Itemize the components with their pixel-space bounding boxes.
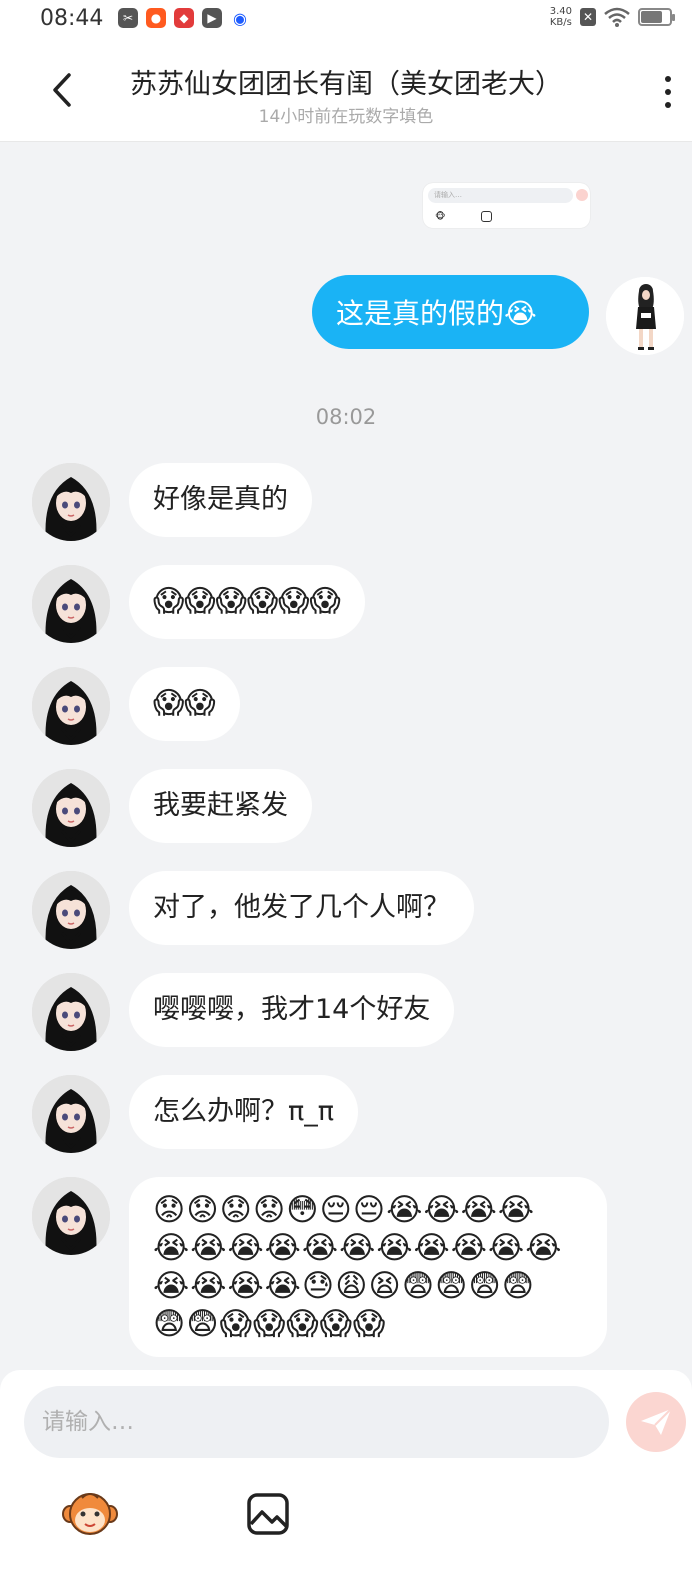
chat-area[interactable]: 请输入… 🐵 这是真的假的😭 08:02 好像是真的 😱😱😱😱😱😱 😱😱 我要赶… xyxy=(0,143,692,1370)
more-options-button[interactable] xyxy=(656,72,680,112)
thumbnail-image-icon xyxy=(481,211,492,222)
emoji-line: 😟😟😟😟😳😔😔😭😭😭😭 xyxy=(153,1192,536,1228)
status-right: 3.40 KB/s ✕ xyxy=(550,6,675,28)
game-app-icon: ◆ xyxy=(174,8,194,28)
incoming-message-bubble[interactable]: 😱😱😱😱😱😱 xyxy=(129,565,365,639)
mascot-sticker-button[interactable] xyxy=(62,1490,118,1538)
send-button[interactable] xyxy=(626,1392,686,1452)
network-speed: 3.40 KB/s xyxy=(550,6,572,28)
status-app-icons: ✂ ● ◆ ▶ ◉ xyxy=(118,8,250,28)
battery-icon xyxy=(638,8,675,26)
incoming-message-bubble[interactable]: 嘤嘤嘤，我才14个好友 xyxy=(129,973,455,1047)
emoji-line: 😭😭😭😭😭😭😭😭😭😭😭 xyxy=(153,1230,563,1266)
my-avatar[interactable] xyxy=(606,277,684,355)
thumbnail-input-preview: 请输入… xyxy=(428,188,573,203)
thumbnail-mascot-icon: 🐵 xyxy=(435,212,446,222)
incoming-message-bubble[interactable]: 怎么办啊？π_π xyxy=(129,1075,359,1149)
blue-circle-app-icon: ◉ xyxy=(230,8,250,28)
emoji-line: 😭😭😭😭😓😩😫😨😨😨😨 xyxy=(153,1268,536,1304)
contact-avatar[interactable] xyxy=(32,667,110,745)
contact-avatar[interactable] xyxy=(32,973,110,1051)
status-bar: 08:44 ✂ ● ◆ ▶ ◉ 3.40 KB/s ✕ xyxy=(0,0,692,40)
message-input[interactable]: 请输入… xyxy=(24,1386,609,1458)
contact-avatar[interactable] xyxy=(32,769,110,847)
contact-avatar[interactable] xyxy=(32,1075,110,1153)
monkey-mascot-icon xyxy=(62,1493,118,1535)
image-icon xyxy=(247,1493,289,1535)
more-dot-icon xyxy=(665,89,671,95)
contact-avatar[interactable] xyxy=(32,565,110,643)
back-button[interactable] xyxy=(40,68,84,112)
incoming-message-bubble[interactable]: 对了，他发了几个人啊？ xyxy=(129,871,474,945)
sim-x-icon: ✕ xyxy=(580,8,596,26)
incoming-message-bubble[interactable]: 我要赶紧发 xyxy=(129,769,312,843)
image-picker-button[interactable] xyxy=(246,1492,290,1536)
more-dot-icon xyxy=(665,102,671,108)
more-dot-icon xyxy=(665,76,671,82)
outgoing-message-bubble[interactable]: 这是真的假的😭 xyxy=(312,275,589,349)
network-speed-unit: KB/s xyxy=(549,17,572,28)
input-panel: 请输入… xyxy=(0,1370,692,1583)
network-speed-value: 3.40 xyxy=(549,6,572,17)
incoming-message-bubble[interactable]: 😱😱 xyxy=(129,667,240,741)
thumbnail-send-icon xyxy=(576,189,588,201)
scissors-app-icon: ✂ xyxy=(118,8,138,28)
status-time: 08:44 xyxy=(40,6,104,31)
my-avatar-image xyxy=(606,277,684,355)
contact-avatar[interactable] xyxy=(32,1177,110,1255)
battery-fill xyxy=(641,11,662,23)
emoji-line: 😨😨😱😱😱😱😱 xyxy=(153,1306,387,1342)
contact-name: 苏苏仙女团团长有闺（美女团老大） xyxy=(130,69,562,100)
contact-avatar[interactable] xyxy=(32,463,110,541)
paper-plane-icon xyxy=(641,1408,672,1435)
wifi-icon xyxy=(604,7,630,27)
contact-avatar[interactable] xyxy=(32,871,110,949)
message-timestamp: 08:02 xyxy=(315,405,377,429)
image-message-thumbnail[interactable]: 请输入… 🐵 xyxy=(423,183,590,228)
kuaishou-app-icon: ● xyxy=(146,8,166,28)
chevron-left-icon xyxy=(53,73,71,107)
incoming-emoji-bubble[interactable]: 😟😟😟😟😳😔😔😭😭😭😭 😭😭😭😭😭😭😭😭😭😭😭 😭😭😭😭😓😩😫😨😨😨😨 😨😨😱😱… xyxy=(129,1177,607,1357)
chat-header: 苏苏仙女团团长有闺（美女团老大） 14小时前在玩数字填色 xyxy=(0,40,692,142)
incoming-message-bubble[interactable]: 好像是真的 xyxy=(129,463,312,537)
video-play-app-icon: ▶ xyxy=(202,8,222,28)
contact-status: 14小时前在玩数字填色 xyxy=(258,107,434,127)
